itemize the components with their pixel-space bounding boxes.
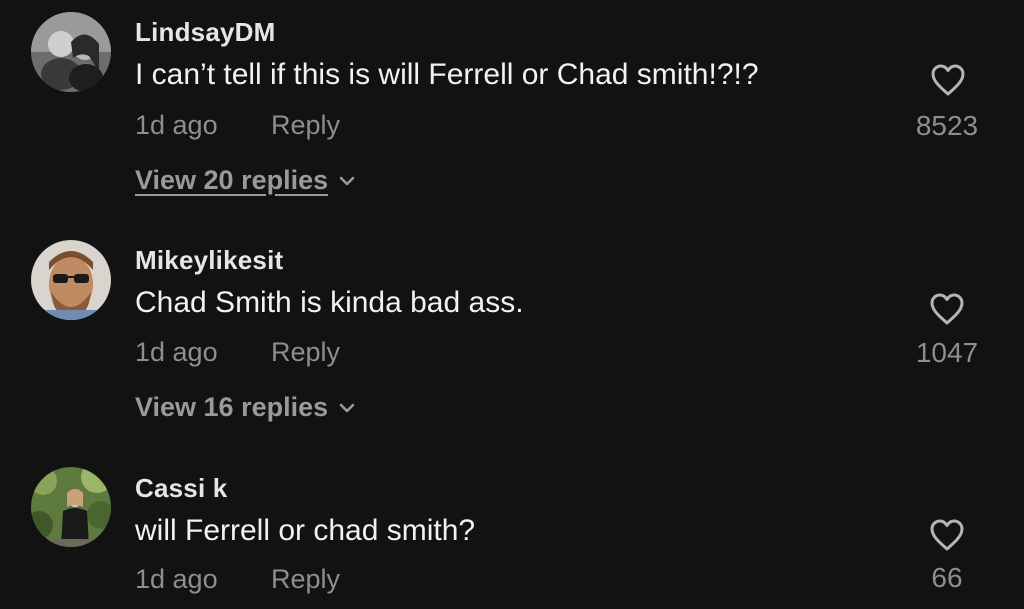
- heart-outline-icon[interactable]: [929, 518, 965, 552]
- chevron-down-icon: [339, 176, 355, 185]
- comment-timestamp: 1d ago: [135, 110, 218, 140]
- chevron-down-icon: [339, 403, 355, 412]
- reply-button[interactable]: Reply: [271, 564, 340, 595]
- like-count: 8523: [915, 110, 979, 141]
- reply-button[interactable]: Reply: [271, 110, 340, 141]
- reply-button[interactable]: Reply: [271, 337, 340, 368]
- avatar[interactable]: [31, 240, 111, 320]
- comment-timestamp: 1d ago: [135, 564, 218, 594]
- view-replies-label: View 16 replies: [135, 392, 329, 422]
- view-replies-button[interactable]: View 20 replies: [135, 165, 356, 196]
- avatar[interactable]: [31, 12, 111, 92]
- avatar-image: [31, 240, 111, 320]
- comment-item: Cassi k will Ferrell or chad smith? 1d a…: [0, 460, 1024, 609]
- comment-item: Mikeylikesit Chad Smith is kinda bad ass…: [0, 230, 1024, 440]
- comment-list: LindsayDM I can’t tell if this is will F…: [0, 0, 1024, 609]
- avatar[interactable]: [31, 467, 111, 547]
- like-count: 1047: [915, 337, 979, 368]
- comment-item: LindsayDM I can’t tell if this is will F…: [0, 0, 1024, 210]
- comment-text: will Ferrell or chad smith?: [135, 514, 476, 547]
- comment-username[interactable]: LindsayDM: [135, 17, 275, 48]
- comment-text: I can’t tell if this is will Ferrell or …: [135, 58, 759, 91]
- avatar-image: [31, 467, 111, 547]
- comment-timestamp: 1d ago: [135, 337, 218, 367]
- comment-text: Chad Smith is kinda bad ass.: [135, 286, 524, 319]
- comment-username[interactable]: Mikeylikesit: [135, 245, 283, 276]
- like-count: 66: [931, 562, 963, 593]
- view-replies-label: View 20 replies: [135, 165, 329, 195]
- heart-outline-icon[interactable]: [929, 292, 965, 326]
- heart-outline-icon[interactable]: [930, 63, 966, 97]
- comment-username[interactable]: Cassi k: [135, 473, 227, 504]
- avatar-image: [31, 12, 111, 92]
- view-replies-button[interactable]: View 16 replies: [135, 392, 356, 423]
